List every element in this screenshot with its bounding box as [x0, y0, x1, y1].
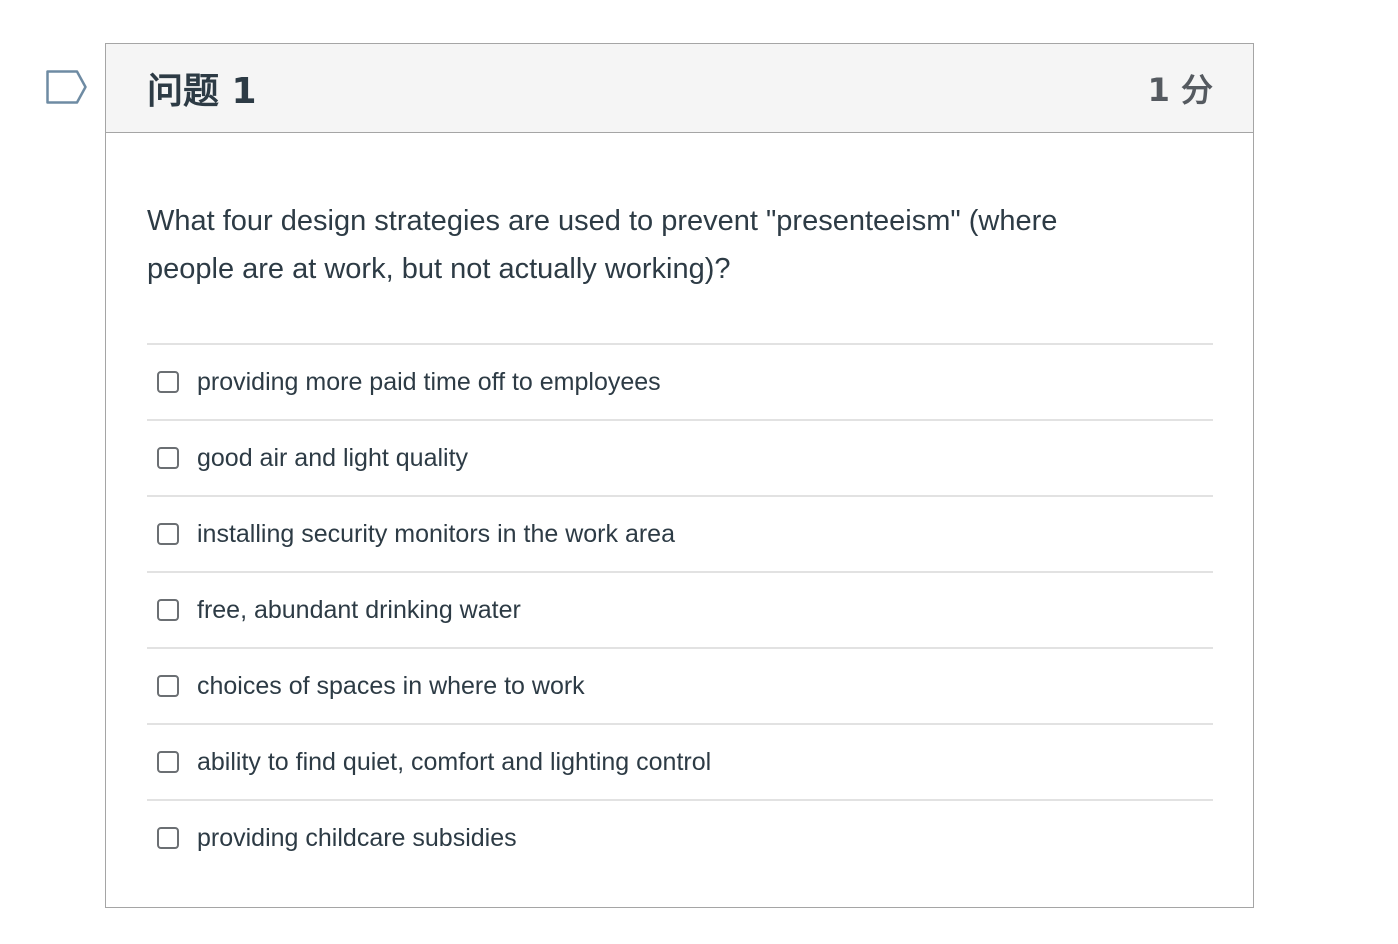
answer-checkbox[interactable]: [157, 371, 179, 393]
answer-label: providing more paid time off to employee…: [197, 367, 661, 396]
answer-option[interactable]: installing security monitors in the work…: [147, 497, 1213, 573]
question-card: 问题 1 1 分 What four design strategies are…: [105, 43, 1254, 908]
answer-option[interactable]: choices of spaces in where to work: [147, 649, 1213, 725]
answer-option[interactable]: providing childcare subsidies: [147, 801, 1213, 875]
answer-checkbox[interactable]: [157, 599, 179, 621]
answer-label: providing childcare subsidies: [197, 823, 517, 852]
answer-checkbox[interactable]: [157, 827, 179, 849]
answer-option[interactable]: ability to find quiet, comfort and light…: [147, 725, 1213, 801]
answer-checkbox[interactable]: [157, 675, 179, 697]
answer-option[interactable]: providing more paid time off to employee…: [147, 345, 1213, 421]
answer-label: free, abundant drinking water: [197, 595, 521, 624]
question-text: What four design strategies are used to …: [147, 205, 1058, 285]
answer-list: providing more paid time off to employee…: [147, 343, 1213, 875]
answer-option[interactable]: good air and light quality: [147, 421, 1213, 497]
question-body: What four design strategies are used to …: [106, 197, 1253, 875]
question-header: 问题 1 1 分: [106, 44, 1253, 133]
answer-label: ability to find quiet, comfort and light…: [197, 747, 712, 776]
question-title: 问题 1: [147, 71, 257, 112]
answer-label: good air and light quality: [197, 443, 469, 472]
answer-checkbox[interactable]: [157, 447, 179, 469]
question-points: 1 分: [1147, 71, 1213, 109]
flag-question-icon[interactable]: [46, 70, 88, 104]
answer-label: installing security monitors in the work…: [197, 519, 675, 548]
answer-checkbox[interactable]: [157, 751, 179, 773]
answer-label: choices of spaces in where to work: [197, 671, 585, 700]
answer-checkbox[interactable]: [157, 523, 179, 545]
answer-option[interactable]: free, abundant drinking water: [147, 573, 1213, 649]
